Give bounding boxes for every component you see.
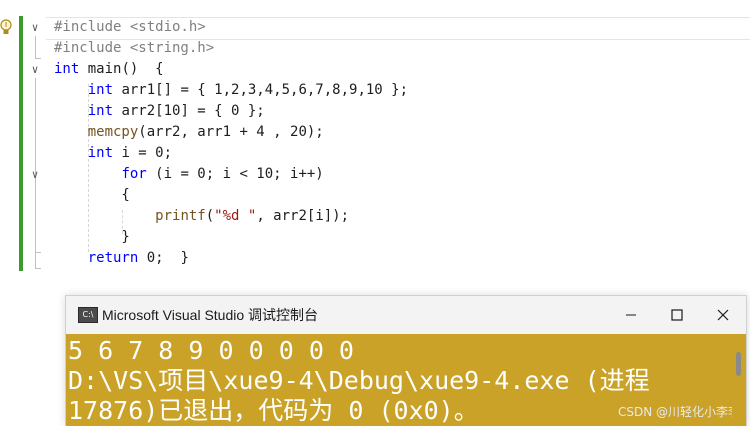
code-line[interactable]: printf("%d ", arr2[i]); — [54, 206, 349, 227]
code-line[interactable]: return 0; } — [54, 248, 189, 269]
code-token: #include <stdio.h> — [54, 19, 206, 35]
code-editor[interactable]: ∨ ∨ ∨ #include <stdio.h> #include <string… — [0, 0, 750, 272]
fold-guide-end — [35, 58, 41, 59]
output-line: 17876)已退出，代码为 0 (0x0)。 — [68, 396, 479, 425]
code-token: { — [54, 187, 130, 203]
fold-toggle-icon[interactable]: ∨ — [28, 21, 42, 35]
vertical-scrollbar[interactable] — [732, 334, 746, 426]
close-button[interactable] — [700, 296, 746, 334]
code-token: #include <string.h> — [54, 40, 215, 56]
output-line: D:\VS\项目\xue9-4\Debug\xue9-4.exe (进程 — [68, 366, 650, 395]
code-token: memcpy — [87, 124, 139, 140]
debug-console-window[interactable]: C:\ Microsoft Visual Studio 调试控制台 5 6 7 … — [65, 295, 747, 426]
fold-guide-end — [35, 252, 41, 253]
code-token: int — [87, 82, 114, 98]
minimize-button[interactable] — [608, 296, 654, 334]
code-token: ( — [205, 208, 215, 224]
scrollbar-thumb[interactable] — [736, 352, 741, 376]
code-line[interactable]: #include <string.h> — [54, 38, 214, 59]
code-line[interactable]: for (i = 0; i < 10; i++) — [54, 164, 324, 185]
code-line[interactable]: int arr1[] = { 1,2,3,4,5,6,7,8,9,10 }; — [54, 80, 408, 101]
code-token: "%d " — [214, 208, 257, 224]
code-line[interactable]: int i = 0; — [54, 143, 172, 164]
code-token: for — [121, 166, 147, 182]
code-token: 0; } — [138, 250, 189, 266]
code-line[interactable]: { — [54, 185, 130, 206]
changed-lines-indicator — [19, 16, 23, 271]
watermark: CSDN @川轻化小李李 — [617, 405, 740, 419]
code-token: (i = 0; i < 10; i++) — [146, 166, 324, 182]
code-line[interactable]: #include <stdio.h> — [54, 17, 206, 38]
console-output[interactable]: 5 6 7 8 9 0 0 0 0 0 D:\VS\项目\xue9-4\Debu… — [66, 334, 746, 426]
code-token: arr1[] = { 1,2,3,4,5,6,7,8,9,10 }; — [113, 82, 409, 98]
code-line[interactable]: } — [54, 227, 130, 248]
maximize-button[interactable] — [654, 296, 700, 334]
fold-toggle-icon[interactable]: ∨ — [28, 63, 42, 77]
code-token: int — [54, 61, 80, 77]
code-token: int — [87, 103, 114, 119]
code-token: arr2[10] = { 0 }; — [113, 103, 265, 119]
code-token: return — [87, 250, 139, 266]
fold-guide — [35, 36, 36, 58]
title-bar[interactable]: C:\ Microsoft Visual Studio 调试控制台 — [66, 296, 746, 334]
fold-toggle-icon[interactable]: ∨ — [28, 168, 42, 182]
console-app-icon: C:\ — [78, 307, 98, 323]
code-token: int — [87, 145, 114, 161]
code-line[interactable]: int main() { — [54, 59, 164, 80]
code-token: main() { — [79, 61, 164, 77]
code-line[interactable]: memcpy(arr2, arr1 + 4 , 20); — [54, 122, 324, 143]
code-token: i = 0; — [113, 145, 173, 161]
code-token: printf — [155, 208, 206, 224]
code-token: } — [54, 229, 130, 245]
lightbulb-icon[interactable] — [0, 17, 12, 39]
code-line[interactable]: int arr2[10] = { 0 }; — [54, 101, 265, 122]
output-line: 5 6 7 8 9 0 0 0 0 0 — [68, 336, 354, 365]
window-title: Microsoft Visual Studio 调试控制台 — [102, 307, 319, 323]
code-token: , arr2[i]); — [256, 208, 350, 224]
fold-guide-end — [35, 268, 41, 269]
code-token: (arr2, arr1 + 4 , 20); — [138, 124, 324, 140]
